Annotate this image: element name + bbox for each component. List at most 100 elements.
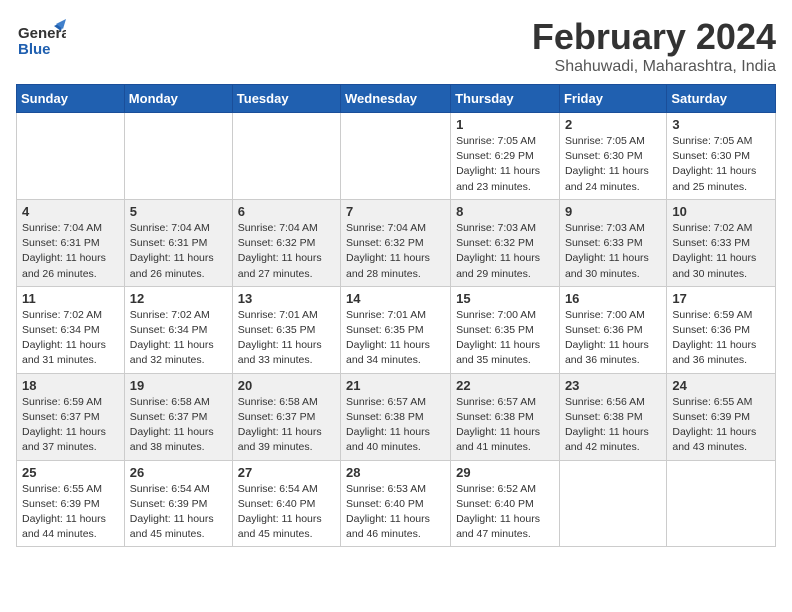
calendar-cell: 3 Sunrise: 7:05 AMSunset: 6:30 PMDaylight… (667, 113, 776, 200)
calendar-cell: 17 Sunrise: 6:59 AMSunset: 6:36 PMDayligh… (667, 286, 776, 373)
day-number: 23 (565, 378, 661, 393)
day-info: Sunrise: 7:02 AMSunset: 6:33 PMDaylight:… (672, 221, 770, 282)
day-info: Sunrise: 7:02 AMSunset: 6:34 PMDaylight:… (22, 308, 119, 369)
calendar-cell: 21 Sunrise: 6:57 AMSunset: 6:38 PMDayligh… (341, 373, 451, 460)
day-number: 12 (130, 291, 227, 306)
calendar-week-5: 25 Sunrise: 6:55 AMSunset: 6:39 PMDayligh… (17, 460, 776, 547)
weekday-header-saturday: Saturday (667, 85, 776, 113)
calendar-cell: 15 Sunrise: 7:00 AMSunset: 6:35 PMDayligh… (451, 286, 560, 373)
month-title: February 2024 (532, 16, 776, 58)
calendar-cell: 16 Sunrise: 7:00 AMSunset: 6:36 PMDayligh… (559, 286, 666, 373)
day-info: Sunrise: 6:59 AMSunset: 6:36 PMDaylight:… (672, 308, 770, 369)
calendar-cell (124, 113, 232, 200)
day-info: Sunrise: 6:58 AMSunset: 6:37 PMDaylight:… (238, 395, 335, 456)
day-number: 15 (456, 291, 554, 306)
calendar-cell: 20 Sunrise: 6:58 AMSunset: 6:37 PMDayligh… (232, 373, 340, 460)
day-number: 29 (456, 465, 554, 480)
weekday-header-tuesday: Tuesday (232, 85, 340, 113)
calendar-cell: 18 Sunrise: 6:59 AMSunset: 6:37 PMDayligh… (17, 373, 125, 460)
calendar-cell: 9Sunrise: 7:03 AMSunset: 6:33 PMDaylight… (559, 199, 666, 286)
weekday-header-friday: Friday (559, 85, 666, 113)
day-info: Sunrise: 7:04 AMSunset: 6:31 PMDaylight:… (22, 221, 119, 282)
calendar-cell (341, 113, 451, 200)
calendar-cell: 24Sunrise: 6:55 AMSunset: 6:39 PMDayligh… (667, 373, 776, 460)
weekday-header-sunday: Sunday (17, 85, 125, 113)
day-info: Sunrise: 6:52 AMSunset: 6:40 PMDaylight:… (456, 482, 554, 543)
calendar-cell: 22 Sunrise: 6:57 AMSunset: 6:38 PMDayligh… (451, 373, 560, 460)
day-info: Sunrise: 6:58 AMSunset: 6:37 PMDaylight:… (130, 395, 227, 456)
day-info: Sunrise: 7:00 AMSunset: 6:35 PMDaylight:… (456, 308, 554, 369)
calendar-table: SundayMondayTuesdayWednesdayThursdayFrid… (16, 84, 776, 547)
calendar-cell: 29 Sunrise: 6:52 AMSunset: 6:40 PMDayligh… (451, 460, 560, 547)
day-info: Sunrise: 7:04 AMSunset: 6:31 PMDaylight:… (130, 221, 227, 282)
calendar-cell (559, 460, 666, 547)
calendar-week-1: 1 Sunrise: 7:05 AMSunset: 6:29 PMDaylight… (17, 113, 776, 200)
day-number: 13 (238, 291, 335, 306)
calendar-cell (232, 113, 340, 200)
day-number: 21 (346, 378, 445, 393)
calendar-cell: 14Sunrise: 7:01 AMSunset: 6:35 PMDayligh… (341, 286, 451, 373)
day-number: 3 (672, 117, 770, 132)
day-number: 16 (565, 291, 661, 306)
calendar-cell: 25 Sunrise: 6:55 AMSunset: 6:39 PMDayligh… (17, 460, 125, 547)
day-number: 8 (456, 204, 554, 219)
weekday-header-wednesday: Wednesday (341, 85, 451, 113)
calendar-cell: 10 Sunrise: 7:02 AMSunset: 6:33 PMDayligh… (667, 199, 776, 286)
day-number: 14 (346, 291, 445, 306)
day-number: 22 (456, 378, 554, 393)
svg-text:Blue: Blue (18, 41, 51, 58)
day-info: Sunrise: 7:00 AMSunset: 6:36 PMDaylight:… (565, 308, 661, 369)
day-info: Sunrise: 6:53 AMSunset: 6:40 PMDaylight:… (346, 482, 445, 543)
calendar-cell: 11 Sunrise: 7:02 AMSunset: 6:34 PMDayligh… (17, 286, 125, 373)
day-info: Sunrise: 6:56 AMSunset: 6:38 PMDaylight:… (565, 395, 661, 456)
calendar-cell: 12 Sunrise: 7:02 AMSunset: 6:34 PMDayligh… (124, 286, 232, 373)
calendar-cell: 5Sunrise: 7:04 AMSunset: 6:31 PMDaylight… (124, 199, 232, 286)
calendar-cell (667, 460, 776, 547)
calendar-cell: 6Sunrise: 7:04 AMSunset: 6:32 PMDaylight… (232, 199, 340, 286)
calendar-cell: 23 Sunrise: 6:56 AMSunset: 6:38 PMDayligh… (559, 373, 666, 460)
day-info: Sunrise: 7:03 AMSunset: 6:32 PMDaylight:… (456, 221, 554, 282)
day-number: 4 (22, 204, 119, 219)
day-info: Sunrise: 7:02 AMSunset: 6:34 PMDaylight:… (130, 308, 227, 369)
day-number: 19 (130, 378, 227, 393)
day-info: Sunrise: 6:57 AMSunset: 6:38 PMDaylight:… (456, 395, 554, 456)
logo: General Blue (16, 16, 66, 71)
day-info: Sunrise: 7:05 AMSunset: 6:30 PMDaylight:… (565, 134, 661, 195)
day-number: 18 (22, 378, 119, 393)
day-info: Sunrise: 6:54 AMSunset: 6:40 PMDaylight:… (238, 482, 335, 543)
day-number: 17 (672, 291, 770, 306)
calendar-cell: 19 Sunrise: 6:58 AMSunset: 6:37 PMDayligh… (124, 373, 232, 460)
title-area: February 2024 Shahuwadi, Maharashtra, In… (532, 16, 776, 76)
day-info: Sunrise: 6:57 AMSunset: 6:38 PMDaylight:… (346, 395, 445, 456)
day-number: 9 (565, 204, 661, 219)
calendar-cell: 4 Sunrise: 7:04 AMSunset: 6:31 PMDaylight… (17, 199, 125, 286)
day-number: 10 (672, 204, 770, 219)
day-number: 7 (346, 204, 445, 219)
day-number: 1 (456, 117, 554, 132)
day-info: Sunrise: 7:05 AMSunset: 6:30 PMDaylight:… (672, 134, 770, 195)
calendar-cell (17, 113, 125, 200)
day-info: Sunrise: 6:55 AMSunset: 6:39 PMDaylight:… (22, 482, 119, 543)
day-number: 25 (22, 465, 119, 480)
day-number: 26 (130, 465, 227, 480)
day-number: 2 (565, 117, 661, 132)
calendar-cell: 13 Sunrise: 7:01 AMSunset: 6:35 PMDayligh… (232, 286, 340, 373)
calendar-cell: 27Sunrise: 6:54 AMSunset: 6:40 PMDayligh… (232, 460, 340, 547)
day-info: Sunrise: 6:54 AMSunset: 6:39 PMDaylight:… (130, 482, 227, 543)
day-number: 20 (238, 378, 335, 393)
day-info: Sunrise: 7:05 AMSunset: 6:29 PMDaylight:… (456, 134, 554, 195)
weekday-header-monday: Monday (124, 85, 232, 113)
calendar-week-4: 18 Sunrise: 6:59 AMSunset: 6:37 PMDayligh… (17, 373, 776, 460)
location-subtitle: Shahuwadi, Maharashtra, India (532, 58, 776, 76)
day-number: 6 (238, 204, 335, 219)
calendar-cell: 1 Sunrise: 7:05 AMSunset: 6:29 PMDaylight… (451, 113, 560, 200)
logo-icon: General Blue (16, 16, 66, 71)
day-info: Sunrise: 6:55 AMSunset: 6:39 PMDaylight:… (672, 395, 770, 456)
calendar-week-2: 4 Sunrise: 7:04 AMSunset: 6:31 PMDaylight… (17, 199, 776, 286)
day-number: 28 (346, 465, 445, 480)
day-number: 11 (22, 291, 119, 306)
calendar-cell: 2 Sunrise: 7:05 AMSunset: 6:30 PMDaylight… (559, 113, 666, 200)
page-header: General Blue February 2024 Shahuwadi, Ma… (16, 16, 776, 76)
day-info: Sunrise: 6:59 AMSunset: 6:37 PMDaylight:… (22, 395, 119, 456)
day-info: Sunrise: 7:01 AMSunset: 6:35 PMDaylight:… (238, 308, 335, 369)
